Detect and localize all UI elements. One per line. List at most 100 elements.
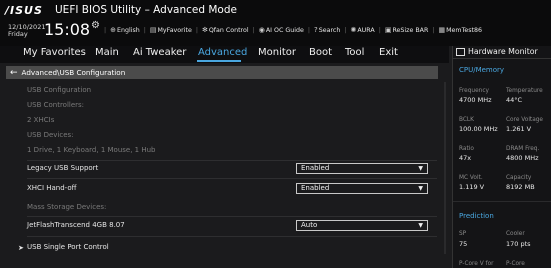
tab-ai-tweaker[interactable]: Ai Tweaker	[133, 47, 186, 58]
xhci-handoff-select[interactable]: Enabled ▼	[296, 183, 428, 194]
pcore-label: P-Core	[506, 261, 525, 267]
language-button[interactable]: ⊕ English	[110, 26, 140, 34]
date-display: 12/10/2021 Friday	[8, 24, 45, 38]
legacy-usb-value: Enabled	[301, 164, 330, 172]
toolbar-divider: |	[378, 26, 381, 34]
qfan-label: Qfan Control	[208, 26, 249, 34]
toolbar-divider: |	[195, 26, 198, 34]
divider	[27, 236, 437, 237]
day-text: Friday	[8, 30, 28, 38]
xhci-handoff-value: Enabled	[301, 184, 330, 192]
resize-bar-button[interactable]: ▣ ReSize BAR	[385, 26, 429, 34]
bclk-label: BCLK	[459, 117, 474, 123]
aura-label: AURA	[357, 26, 375, 34]
hardware-monitor-title-text: Hardware Monitor	[468, 47, 538, 56]
memtest-icon: ▦	[438, 26, 446, 34]
language-label: English	[117, 26, 140, 34]
qfan-button[interactable]: ✻ Qfan Control	[202, 26, 249, 34]
star-icon: ▤	[149, 26, 157, 34]
hardware-monitor-panel: Hardware Monitor CPU/Memory Frequency Te…	[452, 46, 551, 268]
xhci-handoff-label: XHCI Hand-off	[27, 184, 77, 192]
mc-volt-value: 1.119 V	[459, 183, 485, 191]
main-nav: My Favorites Main Ai Tweaker Advanced Mo…	[0, 46, 449, 63]
tab-advanced[interactable]: Advanced	[198, 47, 247, 58]
active-tab-indicator	[197, 60, 241, 62]
back-arrow-icon[interactable]: ←	[10, 68, 18, 78]
breadcrumb[interactable]: ← Advanced\USB Configuration	[6, 66, 438, 79]
divider	[27, 178, 437, 179]
usb-config-heading: USB Configuration	[27, 86, 92, 94]
submenu-arrow-icon: ➤	[18, 244, 24, 252]
aura-button[interactable]: ✺ AURA	[350, 26, 374, 34]
tab-tool[interactable]: Tool	[345, 47, 364, 58]
tab-boot[interactable]: Boot	[309, 47, 332, 58]
jetflash-value: Auto	[301, 221, 318, 229]
chevron-down-icon: ▼	[418, 165, 423, 172]
sp-value: 75	[459, 240, 468, 248]
temperature-label: Temperature	[506, 88, 543, 94]
divider	[27, 216, 437, 217]
app-title: UEFI BIOS Utility – Advanced Mode	[55, 4, 237, 16]
content-scrollbar[interactable]	[444, 82, 446, 254]
capacity-value: 8192 MB	[506, 183, 535, 191]
cooler-value: 170 pts	[506, 240, 531, 248]
ai-oc-guide-button[interactable]: ◉ AI OC Guide	[259, 26, 304, 34]
dram-freq-label: DRAM Freq.	[506, 146, 540, 152]
memtest-label: MemTest86	[446, 26, 482, 34]
toolbar-divider: |	[252, 26, 255, 34]
usb-controllers-label: USB Controllers:	[27, 101, 85, 109]
usb-controllers-value: 2 XHCIs	[27, 116, 55, 124]
resize-bar-label: ReSize BAR	[392, 26, 429, 34]
tab-my-favorites[interactable]: My Favorites	[23, 47, 86, 58]
core-voltage-label: Core Voltage	[506, 117, 544, 123]
toolbar-divider: |	[307, 26, 310, 34]
globe-icon: ⊕	[110, 26, 116, 34]
toolbar-divider: |	[344, 26, 347, 34]
sp-label: SP	[459, 231, 467, 237]
core-voltage-value: 1.261 V	[506, 125, 532, 133]
ratio-label: Ratio	[459, 146, 474, 152]
divider	[27, 160, 437, 161]
bclk-value: 100.00 MHz	[459, 125, 498, 133]
myfavorite-button[interactable]: ▤ MyFavorite	[150, 26, 192, 34]
cpu-memory-heading: CPU/Memory	[459, 66, 505, 74]
toolbar-divider: |	[104, 26, 107, 34]
memtest-button[interactable]: ▦ MemTest86	[439, 26, 482, 34]
tab-exit[interactable]: Exit	[379, 47, 398, 58]
temperature-value: 44°C	[506, 96, 523, 104]
clock-display: 15:08	[44, 20, 91, 39]
asus-logo: /ISUS	[5, 4, 43, 17]
frequency-label: Frequency	[459, 88, 489, 94]
search-button[interactable]: ? Search	[314, 26, 340, 34]
fan-icon: ✻	[201, 26, 208, 34]
jetflash-label: JetFlashTranscend 4GB 8.07	[27, 221, 125, 229]
prediction-heading: Prediction	[459, 212, 494, 220]
chevron-down-icon: ▼	[418, 222, 423, 229]
monitor-icon	[456, 48, 465, 56]
mass-storage-label: Mass Storage Devices:	[27, 203, 107, 211]
legacy-usb-select[interactable]: Enabled ▼	[296, 163, 428, 174]
usb-devices-label: USB Devices:	[27, 131, 74, 139]
toolbar-divider: |	[432, 26, 435, 34]
jetflash-select[interactable]: Auto ▼	[296, 220, 428, 231]
tab-monitor[interactable]: Monitor	[258, 47, 296, 58]
gear-icon[interactable]: ⚙	[91, 20, 100, 31]
ai-oc-icon: ◉	[258, 26, 265, 34]
divider	[453, 58, 551, 59]
legacy-usb-label: Legacy USB Support	[27, 164, 99, 172]
question-icon: ?	[314, 26, 318, 34]
myfavorite-label: MyFavorite	[157, 26, 192, 34]
capacity-label: Capacity	[506, 175, 532, 181]
mc-volt-label: MC Volt.	[459, 175, 483, 181]
chevron-down-icon: ▼	[418, 185, 423, 192]
aura-icon: ✺	[350, 26, 357, 34]
toolbar: | ⊕ English | ▤ MyFavorite | ✻ Qfan Control…	[103, 26, 482, 34]
usb-devices-value: 1 Drive, 1 Keyboard, 1 Mouse, 1 Hub	[27, 146, 156, 154]
tab-main[interactable]: Main	[95, 47, 119, 58]
divider	[453, 201, 551, 202]
header-bar: /ISUS UEFI BIOS Utility – Advanced Mode …	[0, 0, 551, 46]
frequency-value: 4700 MHz	[459, 96, 492, 104]
usb-single-port-control[interactable]: USB Single Port Control	[27, 243, 109, 251]
resize-bar-icon: ▣	[384, 26, 392, 34]
hardware-monitor-title: Hardware Monitor	[456, 47, 538, 56]
